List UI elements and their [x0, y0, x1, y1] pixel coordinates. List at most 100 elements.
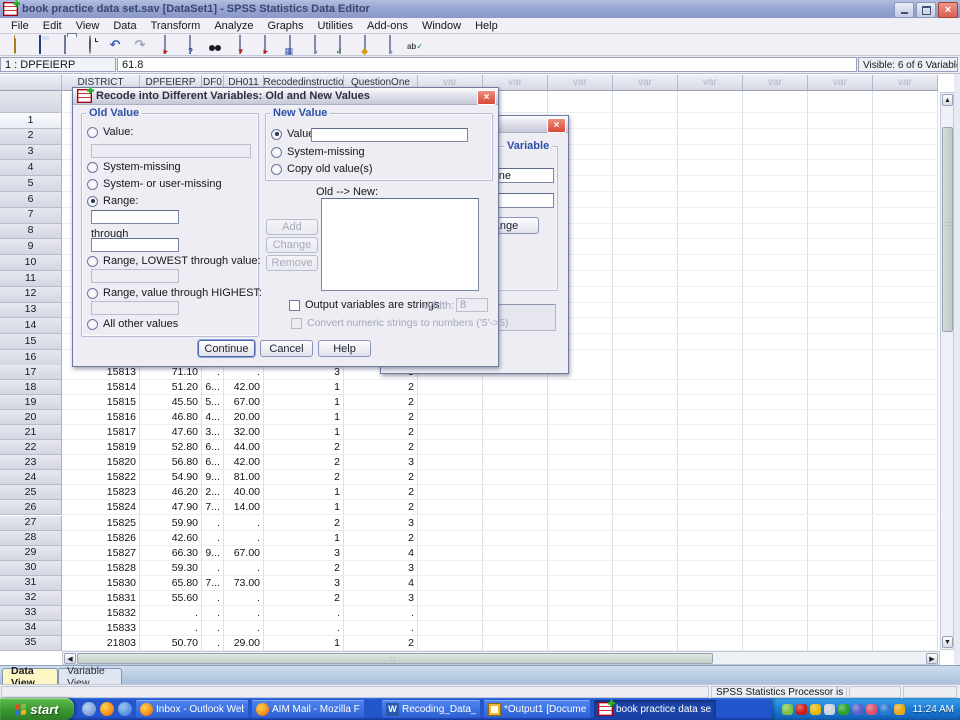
- radio-old-range-highest[interactable]: Range, value through HIGHEST:: [87, 287, 262, 299]
- cell-r11-c14[interactable]: [873, 271, 938, 287]
- cell-r25-c12[interactable]: [743, 485, 808, 500]
- cell-r33-c12[interactable]: [743, 606, 808, 621]
- cell-r13-c14[interactable]: [873, 303, 938, 319]
- cell-r27-c7[interactable]: [418, 516, 483, 531]
- cell-r19-c13[interactable]: [808, 395, 873, 410]
- help-button[interactable]: Help: [318, 340, 371, 357]
- cell-r30-c6[interactable]: 3: [344, 561, 418, 576]
- cell-r27-c6[interactable]: 3: [344, 516, 418, 531]
- cell-r27-c3[interactable]: .: [202, 516, 224, 531]
- cell-r21-c1[interactable]: 15817: [62, 425, 140, 440]
- cell-r29-c1[interactable]: 15827: [62, 546, 140, 561]
- cell-r17-c3[interactable]: .: [202, 365, 224, 380]
- row-header-9[interactable]: 9: [0, 239, 62, 255]
- cell-r22-c5[interactable]: 2: [264, 440, 344, 455]
- column-header-var-10[interactable]: var: [613, 75, 678, 91]
- cell-r12-c12[interactable]: [743, 287, 808, 303]
- tray-icon-security-alert[interactable]: [866, 704, 877, 715]
- cell-r18-c11[interactable]: [678, 380, 743, 395]
- cell-r11-c11[interactable]: [678, 271, 743, 287]
- cell-r35-c8[interactable]: [483, 636, 548, 651]
- restore-button[interactable]: [916, 2, 936, 18]
- cell-r26-c11[interactable]: [678, 500, 743, 515]
- cell-r32-c5[interactable]: 2: [264, 591, 344, 606]
- cell-r21-c4[interactable]: 32.00: [224, 425, 264, 440]
- cell-r30-c11[interactable]: [678, 561, 743, 576]
- cell-r4-c11[interactable]: [678, 160, 743, 176]
- cell-r33-c10[interactable]: [613, 606, 678, 621]
- cell-r32-c4[interactable]: .: [224, 591, 264, 606]
- row-header-20[interactable]: 20: [0, 410, 62, 425]
- cell-r27-c14[interactable]: [873, 516, 938, 531]
- row-header-7[interactable]: 7: [0, 208, 62, 224]
- cell-r20-c6[interactable]: 2: [344, 410, 418, 425]
- cell-r17-c4[interactable]: .: [224, 365, 264, 380]
- taskbar-window-5[interactable]: book practice data se...: [594, 700, 716, 718]
- cell-r26-c6[interactable]: 2: [344, 500, 418, 515]
- cell-r25-c6[interactable]: 2: [344, 485, 418, 500]
- cell-r16-c12[interactable]: [743, 350, 808, 366]
- cell-r27-c13[interactable]: [808, 516, 873, 531]
- cell-r33-c13[interactable]: [808, 606, 873, 621]
- cell-r4-c13[interactable]: [808, 160, 873, 176]
- cell-r34-c6[interactable]: .: [344, 621, 418, 636]
- cell-r13-c12[interactable]: [743, 303, 808, 319]
- cell-r32-c2[interactable]: 55.60: [140, 591, 202, 606]
- cell-r5-c14[interactable]: [873, 176, 938, 192]
- cell-r26-c7[interactable]: [418, 500, 483, 515]
- cell-r18-c9[interactable]: [548, 380, 613, 395]
- checkbox-output-strings[interactable]: Output variables are strings: [289, 299, 440, 311]
- cell-r35-c9[interactable]: [548, 636, 613, 651]
- cell-r20-c3[interactable]: 4...: [202, 410, 224, 425]
- cell-r29-c9[interactable]: [548, 546, 613, 561]
- cell-r25-c7[interactable]: [418, 485, 483, 500]
- cell-r19-c6[interactable]: 2: [344, 395, 418, 410]
- cell-r32-c10[interactable]: [613, 591, 678, 606]
- cell-r10-c12[interactable]: [743, 255, 808, 271]
- radio-new-copy-old[interactable]: Copy old value(s): [271, 163, 373, 175]
- cell-r25-c9[interactable]: [548, 485, 613, 500]
- toolbar-button-goto-case[interactable]: [154, 34, 176, 55]
- cell-r33-c7[interactable]: [418, 606, 483, 621]
- tray-icon-update-check[interactable]: [838, 704, 849, 715]
- cell-r5-c12[interactable]: [743, 176, 808, 192]
- cell-r27-c9[interactable]: [548, 516, 613, 531]
- cell-r34-c1[interactable]: 15833: [62, 621, 140, 636]
- cell-r3-c14[interactable]: [873, 145, 938, 161]
- cell-r14-c10[interactable]: [613, 318, 678, 334]
- cell-r28-c7[interactable]: [418, 531, 483, 546]
- cell-r27-c11[interactable]: [678, 516, 743, 531]
- tray-icon-volume[interactable]: [824, 704, 835, 715]
- cell-r30-c9[interactable]: [548, 561, 613, 576]
- row-header-14[interactable]: 14: [0, 318, 62, 334]
- radio-old-value[interactable]: Value:: [87, 126, 133, 138]
- cell-r23-c12[interactable]: [743, 455, 808, 470]
- remove-button[interactable]: Remove: [266, 255, 318, 271]
- grid-corner-cell[interactable]: [0, 75, 62, 91]
- cell-r25-c10[interactable]: [613, 485, 678, 500]
- input-range-from[interactable]: [91, 210, 179, 224]
- cell-r32-c7[interactable]: [418, 591, 483, 606]
- radio-new-system-missing[interactable]: System-missing: [271, 146, 365, 158]
- toolbar-button-weight-cases[interactable]: [304, 34, 326, 55]
- cell-r31-c1[interactable]: 15830: [62, 576, 140, 591]
- toolbar-button-spell-check[interactable]: ab✓: [404, 34, 426, 55]
- cell-r32-c1[interactable]: 15831: [62, 591, 140, 606]
- cell-r33-c14[interactable]: [873, 606, 938, 621]
- cell-r32-c9[interactable]: [548, 591, 613, 606]
- cell-r22-c14[interactable]: [873, 440, 938, 455]
- cell-r21-c2[interactable]: 47.60: [140, 425, 202, 440]
- cell-r18-c10[interactable]: [613, 380, 678, 395]
- row-header-28[interactable]: 28: [0, 531, 62, 546]
- cell-r21-c13[interactable]: [808, 425, 873, 440]
- cell-r6-c13[interactable]: [808, 192, 873, 208]
- cell-r23-c8[interactable]: [483, 455, 548, 470]
- dialog-close-button[interactable]: ×: [477, 90, 496, 105]
- cell-r30-c14[interactable]: [873, 561, 938, 576]
- cell-r20-c11[interactable]: [678, 410, 743, 425]
- menu-item-edit[interactable]: Edit: [36, 19, 69, 33]
- cell-r30-c5[interactable]: 2: [264, 561, 344, 576]
- cell-r26-c10[interactable]: [613, 500, 678, 515]
- cell-r29-c14[interactable]: [873, 546, 938, 561]
- cell-r30-c10[interactable]: [613, 561, 678, 576]
